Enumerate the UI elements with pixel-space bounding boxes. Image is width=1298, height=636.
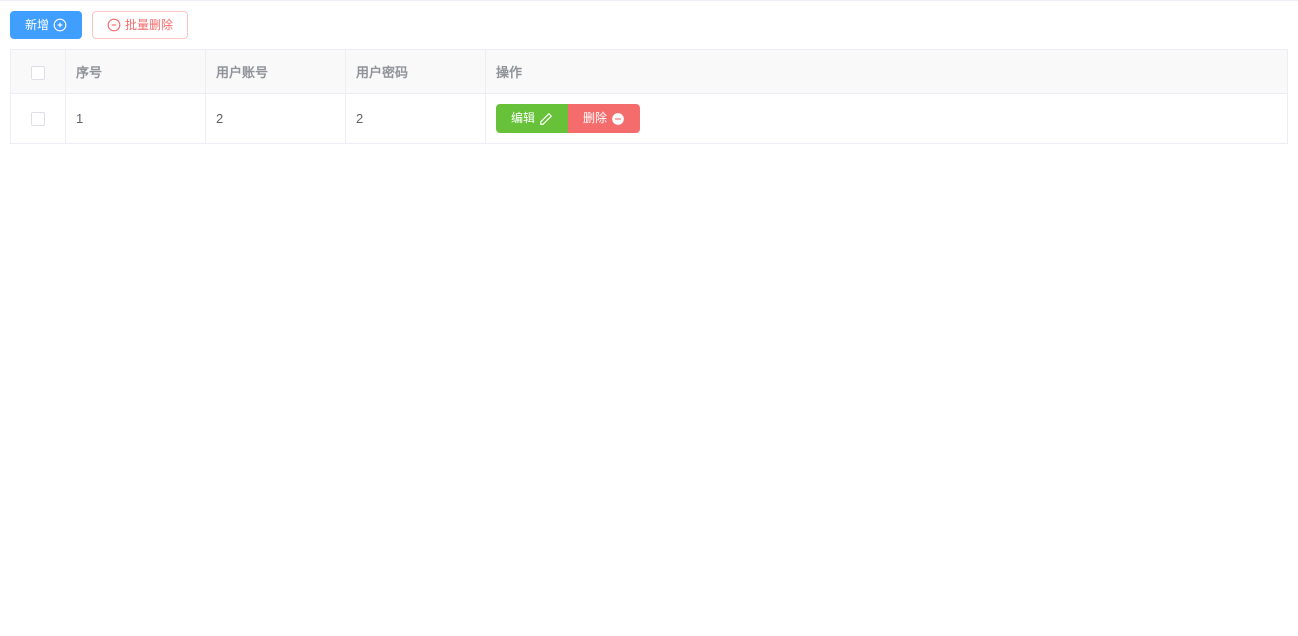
batch-delete-button[interactable]: 批量删除	[92, 11, 188, 39]
batch-delete-label: 批量删除	[125, 18, 173, 32]
cell-index: 1	[66, 94, 206, 143]
header-index: 序号	[66, 50, 206, 94]
select-all-checkbox[interactable]	[31, 66, 45, 80]
cell-actions: 编辑 删除	[486, 94, 1288, 143]
minus-circle-icon	[107, 18, 121, 32]
header-actions: 操作	[486, 50, 1288, 94]
edit-button-label: 编辑	[511, 111, 535, 125]
delete-button-label: 删除	[583, 111, 607, 125]
row-checkbox[interactable]	[31, 112, 45, 126]
minus-circle-filled-icon	[611, 112, 625, 126]
row-action-group: 编辑 删除	[496, 104, 640, 132]
header-account: 用户账号	[206, 50, 346, 94]
toolbar: 新增 批量删除	[10, 11, 1288, 39]
row-checkbox-cell	[11, 94, 66, 143]
delete-button[interactable]: 删除	[568, 104, 640, 132]
page-container: 新增 批量删除	[0, 0, 1298, 154]
header-checkbox-cell	[11, 50, 66, 94]
add-button-label: 新增	[25, 18, 49, 32]
table-header-row: 序号 用户账号 用户密码 操作	[11, 50, 1288, 94]
cell-password: 2	[346, 94, 486, 143]
add-button[interactable]: 新增	[10, 11, 82, 39]
data-table: 序号 用户账号 用户密码 操作 1 2 2 编辑	[10, 49, 1288, 143]
cell-account: 2	[206, 94, 346, 143]
edit-button[interactable]: 编辑	[496, 104, 568, 132]
plus-circle-icon	[53, 18, 67, 32]
table-row: 1 2 2 编辑 删除	[11, 94, 1288, 143]
header-password: 用户密码	[346, 50, 486, 94]
edit-icon	[539, 112, 553, 126]
